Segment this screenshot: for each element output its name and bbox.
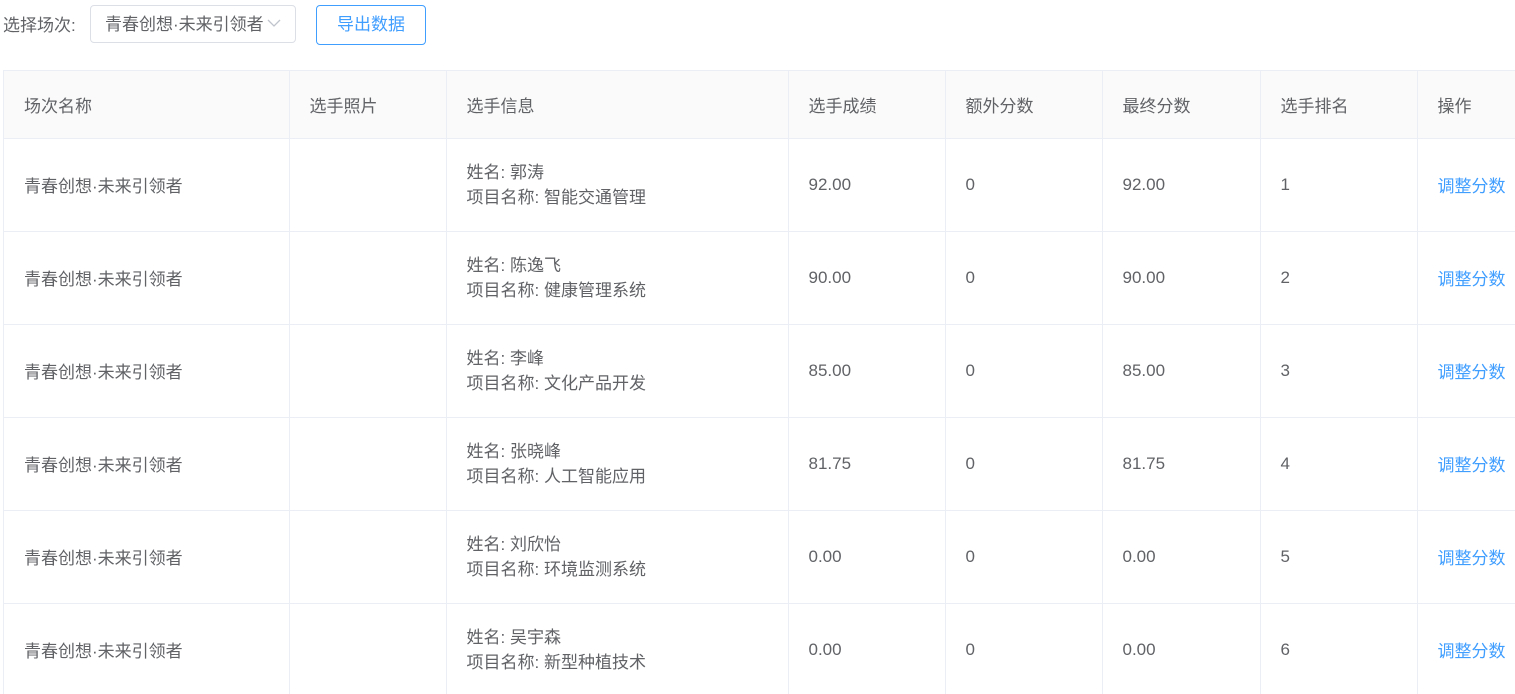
rank-cell: 5 bbox=[1260, 510, 1418, 604]
extra-score-cell: 0 bbox=[945, 231, 1103, 325]
photo-cell bbox=[289, 603, 447, 694]
table-row: 青春创想·未来引领者 姓名: 张晓峰 项目名称: 人工智能应用 81.75 0 … bbox=[4, 417, 1515, 511]
project-name: 项目名称: 智能交通管理 bbox=[466, 187, 646, 207]
rank-cell: 4 bbox=[1260, 417, 1418, 511]
final-score-cell: 0.00 bbox=[1102, 510, 1261, 604]
table-header-row: 场次名称 选手照片 选手信息 选手成绩 额外分数 最终分数 选手排名 操作 bbox=[4, 71, 1515, 139]
score-cell: 0.00 bbox=[788, 510, 946, 604]
extra-score-cell: 0 bbox=[945, 603, 1103, 694]
contestant-name: 姓名: 刘欣怡 bbox=[466, 534, 561, 554]
contestant-name: 姓名: 张晓峰 bbox=[466, 441, 561, 461]
extra-score-cell: 0 bbox=[945, 324, 1103, 418]
photo-cell bbox=[289, 510, 447, 604]
action-cell: 调整分数 bbox=[1417, 603, 1515, 694]
adjust-score-link[interactable]: 调整分数 bbox=[1438, 456, 1506, 475]
photo-cell bbox=[289, 138, 447, 232]
toolbar: 选择场次: 青春创想·未来引领者 导出数据 bbox=[0, 0, 1515, 50]
table-row: 青春创想·未来引领者 姓名: 李峰 项目名称: 文化产品开发 85.00 0 8… bbox=[4, 324, 1515, 418]
adjust-score-link[interactable]: 调整分数 bbox=[1438, 177, 1506, 196]
action-cell: 调整分数 bbox=[1417, 138, 1515, 232]
final-score-cell: 0.00 bbox=[1102, 603, 1261, 694]
session-cell: 青春创想·未来引领者 bbox=[4, 510, 290, 604]
session-cell: 青春创想·未来引领者 bbox=[4, 231, 290, 325]
contestant-info-cell: 姓名: 郭涛 项目名称: 智能交通管理 bbox=[446, 138, 789, 232]
column-header: 操作 bbox=[1417, 71, 1515, 139]
action-cell: 调整分数 bbox=[1417, 231, 1515, 325]
column-header: 选手排名 bbox=[1260, 71, 1418, 139]
table-row: 青春创想·未来引领者 姓名: 郭涛 项目名称: 智能交通管理 92.00 0 9… bbox=[4, 138, 1515, 232]
column-header: 额外分数 bbox=[945, 71, 1103, 139]
session-filter-label: 选择场次: bbox=[3, 16, 76, 35]
rank-cell: 3 bbox=[1260, 324, 1418, 418]
contestant-info-cell: 姓名: 张晓峰 项目名称: 人工智能应用 bbox=[446, 417, 789, 511]
table-row: 青春创想·未来引领者 姓名: 吴宇森 项目名称: 新型种植技术 0.00 0 0… bbox=[4, 603, 1515, 694]
photo-cell bbox=[289, 231, 447, 325]
contestant-info-cell: 姓名: 吴宇森 项目名称: 新型种植技术 bbox=[446, 603, 789, 694]
chevron-down-icon bbox=[267, 19, 281, 27]
session-cell: 青春创想·未来引领者 bbox=[4, 417, 290, 511]
project-name: 项目名称: 健康管理系统 bbox=[466, 280, 646, 300]
final-score-cell: 81.75 bbox=[1102, 417, 1261, 511]
contestant-name: 姓名: 吴宇森 bbox=[466, 627, 561, 647]
final-score-cell: 85.00 bbox=[1102, 324, 1261, 418]
extra-score-cell: 0 bbox=[945, 417, 1103, 511]
column-header: 最终分数 bbox=[1102, 71, 1261, 139]
adjust-score-link[interactable]: 调整分数 bbox=[1438, 642, 1506, 661]
action-cell: 调整分数 bbox=[1417, 510, 1515, 604]
score-cell: 81.75 bbox=[788, 417, 946, 511]
score-cell: 85.00 bbox=[788, 324, 946, 418]
session-select-value: 青春创想·未来引领者 bbox=[105, 15, 264, 34]
session-cell: 青春创想·未来引领者 bbox=[4, 603, 290, 694]
contestant-name: 姓名: 陈逸飞 bbox=[466, 255, 561, 275]
contestant-info-cell: 姓名: 刘欣怡 项目名称: 环境监测系统 bbox=[446, 510, 789, 604]
column-header: 选手照片 bbox=[289, 71, 447, 139]
session-cell: 青春创想·未来引领者 bbox=[4, 138, 290, 232]
project-name: 项目名称: 文化产品开发 bbox=[466, 373, 646, 393]
photo-cell bbox=[289, 324, 447, 418]
contestant-info-cell: 姓名: 李峰 项目名称: 文化产品开发 bbox=[446, 324, 789, 418]
contestant-info-cell: 姓名: 陈逸飞 项目名称: 健康管理系统 bbox=[446, 231, 789, 325]
rank-cell: 6 bbox=[1260, 603, 1418, 694]
action-cell: 调整分数 bbox=[1417, 417, 1515, 511]
project-name: 项目名称: 环境监测系统 bbox=[466, 559, 646, 579]
extra-score-cell: 0 bbox=[945, 138, 1103, 232]
column-header: 场次名称 bbox=[4, 71, 290, 139]
score-cell: 92.00 bbox=[788, 138, 946, 232]
column-header: 选手成绩 bbox=[788, 71, 946, 139]
photo-cell bbox=[289, 417, 447, 511]
column-header: 选手信息 bbox=[446, 71, 789, 139]
adjust-score-link[interactable]: 调整分数 bbox=[1438, 363, 1506, 382]
rank-cell: 2 bbox=[1260, 231, 1418, 325]
session-cell: 青春创想·未来引领者 bbox=[4, 324, 290, 418]
table-row: 青春创想·未来引领者 姓名: 陈逸飞 项目名称: 健康管理系统 90.00 0 … bbox=[4, 231, 1515, 325]
project-name: 项目名称: 新型种植技术 bbox=[466, 652, 646, 672]
rank-cell: 1 bbox=[1260, 138, 1418, 232]
adjust-score-link[interactable]: 调整分数 bbox=[1438, 270, 1506, 289]
contestant-name: 姓名: 李峰 bbox=[466, 348, 544, 368]
export-data-button[interactable]: 导出数据 bbox=[316, 5, 426, 45]
action-cell: 调整分数 bbox=[1417, 324, 1515, 418]
extra-score-cell: 0 bbox=[945, 510, 1103, 604]
session-select[interactable]: 青春创想·未来引领者 bbox=[90, 5, 296, 43]
project-name: 项目名称: 人工智能应用 bbox=[466, 466, 646, 486]
final-score-cell: 90.00 bbox=[1102, 231, 1261, 325]
score-cell: 0.00 bbox=[788, 603, 946, 694]
results-table: 场次名称 选手照片 选手信息 选手成绩 额外分数 最终分数 选手排名 操作 青春… bbox=[3, 70, 1515, 694]
adjust-score-link[interactable]: 调整分数 bbox=[1438, 549, 1506, 568]
table-row: 青春创想·未来引领者 姓名: 刘欣怡 项目名称: 环境监测系统 0.00 0 0… bbox=[4, 510, 1515, 604]
score-cell: 90.00 bbox=[788, 231, 946, 325]
final-score-cell: 92.00 bbox=[1102, 138, 1261, 232]
contestant-name: 姓名: 郭涛 bbox=[466, 162, 544, 182]
